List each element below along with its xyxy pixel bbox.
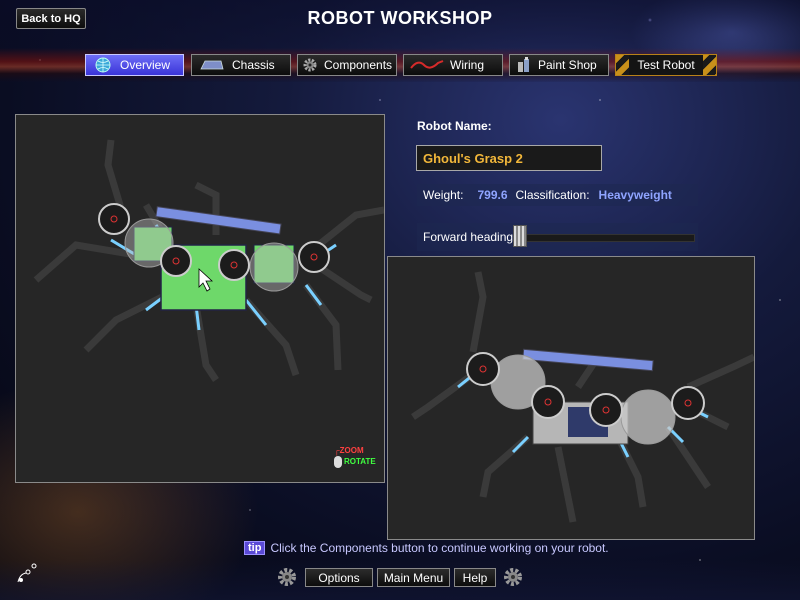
tip-icon: tip (244, 541, 266, 555)
tab-label: Test Robot (629, 55, 703, 75)
tip-message: tip Click the Components button to conti… (244, 541, 609, 555)
robot-name-input[interactable] (416, 145, 602, 171)
tab-paint-shop[interactable]: Paint Shop (509, 54, 609, 76)
weight-label: Weight: (423, 188, 464, 202)
gear-icon (502, 566, 524, 588)
forward-heading-label: Forward heading: (423, 230, 517, 244)
gear-icon (302, 57, 318, 73)
tab-wiring[interactable]: Wiring (403, 54, 503, 76)
page-title: ROBOT WORKSHOP (307, 8, 493, 28)
tab-overview[interactable]: Overview (85, 54, 184, 76)
tab-label: Overview (120, 58, 171, 72)
tab-chassis[interactable]: Chassis (191, 54, 291, 76)
tab-label: Wiring (450, 58, 485, 72)
tab-components[interactable]: Components (297, 54, 397, 76)
options-button[interactable]: Options (305, 568, 373, 587)
mouse-icon (334, 456, 342, 468)
chassis-icon (198, 57, 226, 73)
main-menu-button[interactable]: Main Menu (377, 568, 450, 587)
tab-label: Components (324, 58, 393, 72)
robot-name-label: Robot Name: (417, 119, 492, 133)
tip-text: Click the Components button to continue … (270, 541, 609, 555)
forward-heading-control: Forward heading: (417, 223, 698, 251)
tab-label: Chassis (232, 58, 275, 72)
signal-icon (16, 560, 40, 586)
robot-side-viewport[interactable] (387, 256, 755, 540)
robot-stats-bar: Weight: 799.6 Classification: Heavyweigh… (417, 184, 698, 206)
paint-can-icon (516, 57, 532, 73)
robot-model-side-view (411, 271, 754, 523)
tab-test-robot[interactable]: Test Robot (615, 54, 717, 76)
heading-slider-track[interactable] (513, 234, 695, 242)
help-button[interactable]: Help (454, 568, 496, 587)
zoom-hint: ┌ZOOM (334, 446, 364, 455)
viewport-controls-hint: ┌ZOOM ROTATE (334, 446, 376, 468)
robot-model-top-view (33, 139, 384, 382)
wire-icon (410, 57, 444, 73)
weight-value: 799.6 (477, 188, 508, 202)
classification-label: Classification: (515, 188, 590, 202)
heading-slider-handle[interactable] (513, 225, 527, 247)
classification-value: Heavyweight (598, 188, 672, 202)
tab-label: Paint Shop (538, 58, 597, 72)
robot-3d-viewport[interactable]: ┌ZOOM ROTATE (15, 114, 385, 483)
gear-icon (276, 566, 298, 588)
rotate-hint: ROTATE (334, 456, 376, 468)
globe-icon (92, 57, 114, 73)
